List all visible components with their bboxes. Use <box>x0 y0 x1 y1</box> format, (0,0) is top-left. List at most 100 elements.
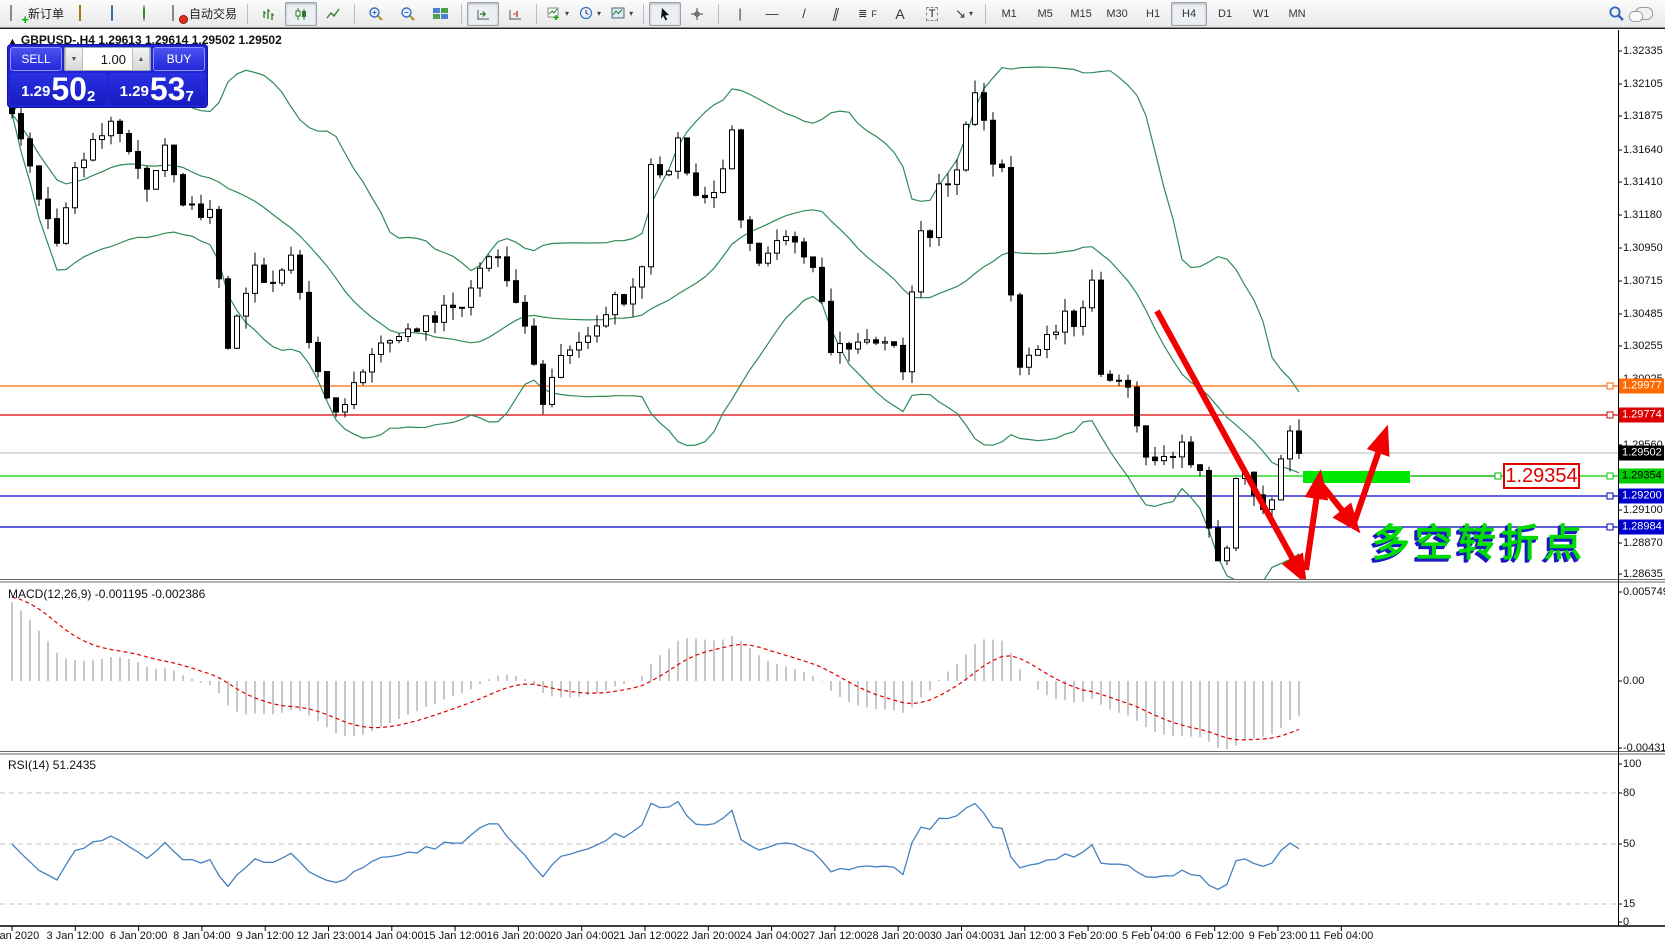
timeframe-m1[interactable]: M1 <box>991 2 1027 26</box>
timeframe-group: M1 M5 M15 M30 H1 H4 D1 W1 MN <box>991 1 1315 26</box>
price-tick-label: 1.31180 <box>1623 209 1662 221</box>
chart-shift-icon <box>509 9 522 19</box>
sell-price-sup: 2 <box>86 88 96 105</box>
rsi-tick-label: 100 <box>1623 758 1642 770</box>
timeframe-h1[interactable]: H1 <box>1135 2 1171 26</box>
timeframe-m30[interactable]: M30 <box>1099 2 1135 26</box>
price-tick-label: 1.31640 <box>1623 144 1663 156</box>
templates-button[interactable]: ▾ <box>606 2 638 26</box>
toolbar-separator <box>718 3 720 24</box>
time-tick-label: 11 Feb 04:00 <box>1309 930 1374 942</box>
time-tick-label: 31 Jan 12:00 <box>992 930 1057 942</box>
sell-button[interactable]: SELL <box>10 47 62 71</box>
buy-button[interactable]: BUY <box>153 47 205 71</box>
zoom-in-icon <box>369 6 383 21</box>
macd-tick-label: 0.005749 <box>1623 586 1665 598</box>
toolbar-separator <box>461 3 463 24</box>
rsi-pane <box>0 792 1618 905</box>
time-tick-label: 30 Jan 04:00 <box>929 930 994 942</box>
chevron-down-icon: ▾ <box>629 9 634 18</box>
timeframe-mn[interactable]: MN <box>1279 2 1315 26</box>
chevron-down-icon: ▾ <box>565 9 570 18</box>
timeframe-m5[interactable]: M5 <box>1027 2 1063 26</box>
terminal-button[interactable] <box>101 2 133 26</box>
time-tick-label: 14 Jan 04:00 <box>359 930 424 942</box>
main-pane <box>0 66 1618 579</box>
time-tick-label: 12 Jan 23:00 <box>296 930 361 942</box>
one-click-trading-panel: SELL ▼ 1.00 ▲ BUY 1.29 50 2 1.29 53 7 <box>8 45 207 107</box>
periods-icon <box>579 6 593 20</box>
indicators-button[interactable]: ▾ <box>542 2 574 26</box>
metaeditor-button[interactable] <box>69 2 101 26</box>
text-label-icon: T <box>925 6 939 21</box>
search-icon[interactable] <box>1608 5 1625 22</box>
templates-icon <box>611 7 625 19</box>
price-tick-label: 1.32105 <box>1623 78 1663 90</box>
candlestick-chart-icon <box>295 7 307 20</box>
cursor-tool-button[interactable] <box>649 1 682 26</box>
timeframe-d1[interactable]: D1 <box>1207 2 1243 26</box>
crosshair-tool-button[interactable] <box>681 2 713 26</box>
sell-price-button[interactable]: 1.29 50 2 <box>10 73 107 105</box>
bar-chart-icon <box>263 8 275 20</box>
autotrading-button[interactable]: 自动交易 <box>165 2 242 26</box>
new-order-button[interactable]: 新订单 <box>4 2 69 26</box>
line-chart-icon <box>326 8 340 18</box>
price-level-tag: 1.29502 <box>1619 445 1664 461</box>
main-toolbar: 新订单 自动交易 ▾ <box>0 0 1665 28</box>
zoom-out-button[interactable] <box>392 2 424 26</box>
volume-increase-button[interactable]: ▲ <box>132 48 150 70</box>
toolbar-separator <box>536 3 538 24</box>
time-tick-label: 9 Jan 12:00 <box>236 930 294 942</box>
time-tick-label: 15 Jan 12:00 <box>423 930 487 942</box>
toolbar-separator <box>247 3 249 24</box>
horizontal-line-tool[interactable]: — <box>756 2 788 26</box>
candlestick-chart-button[interactable] <box>285 1 318 26</box>
cursor-icon <box>660 7 669 20</box>
new-order-icon <box>9 4 25 22</box>
bar-chart-button[interactable] <box>253 2 285 26</box>
data-window-button[interactable] <box>133 2 165 26</box>
periods-button[interactable]: ▾ <box>574 2 606 26</box>
buy-price-button[interactable]: 1.29 53 7 <box>108 73 205 105</box>
price-tick-label: 1.31875 <box>1623 110 1663 122</box>
price-callout-box[interactable]: 1.29354 <box>1503 463 1580 489</box>
rsi-tick-label: 50 <box>1623 838 1636 850</box>
fibonacci-tool[interactable]: ≣ F <box>852 2 884 26</box>
time-tick-label: 8 Jan 04:00 <box>173 930 231 942</box>
auto-scroll-icon <box>477 9 490 19</box>
text-tool[interactable]: A <box>884 2 916 26</box>
sell-price-small: 1.29 <box>21 83 51 100</box>
price-level-tag: 1.29354 <box>1619 468 1664 484</box>
trendline-tool[interactable]: / <box>788 2 820 26</box>
tile-windows-icon <box>432 8 448 19</box>
timeframe-h4[interactable]: H4 <box>1171 1 1208 26</box>
chart-shift-button[interactable] <box>499 2 531 26</box>
price-level-tag: 1.29200 <box>1619 488 1664 504</box>
chevron-down-icon: ▾ <box>597 9 602 18</box>
autotrading-icon <box>170 4 186 22</box>
time-tick-label: 27 Jan 12:00 <box>803 930 867 942</box>
auto-scroll-button[interactable] <box>467 1 500 26</box>
equidistant-channel-tool[interactable]: ∥ <box>817 2 855 26</box>
timeframe-w1[interactable]: W1 <box>1243 2 1279 26</box>
line-chart-button[interactable] <box>317 2 349 26</box>
time-tick-label: 20 Jan 04:00 <box>549 930 614 942</box>
text-label-tool[interactable]: T <box>916 2 948 26</box>
macd-label: MACD(12,26,9) -0.001195 -0.002386 <box>8 587 206 601</box>
zoom-out-icon <box>401 6 415 21</box>
volume-decrease-button[interactable]: ▼ <box>65 48 83 70</box>
volume-value[interactable]: 1.00 <box>83 52 132 67</box>
zoom-in-button[interactable] <box>360 2 392 26</box>
arrow-icon: ↘ <box>955 5 967 21</box>
time-tick-label: 3 Jan 12:00 <box>46 930 105 942</box>
price-tick-label: 1.30255 <box>1623 340 1663 352</box>
time-tick-label: 9 Feb 23:00 <box>1248 930 1308 942</box>
timeframe-m15[interactable]: M15 <box>1063 2 1099 26</box>
vertical-line-tool[interactable]: | <box>724 2 756 26</box>
rsi-label: RSI(14) 51.2435 <box>8 758 97 772</box>
price-tick-label: 1.32335 <box>1623 45 1663 57</box>
tile-windows-button[interactable] <box>424 2 456 26</box>
arrows-tool[interactable]: ↘ ▾ <box>948 2 980 26</box>
chat-icon[interactable] <box>1629 7 1653 22</box>
